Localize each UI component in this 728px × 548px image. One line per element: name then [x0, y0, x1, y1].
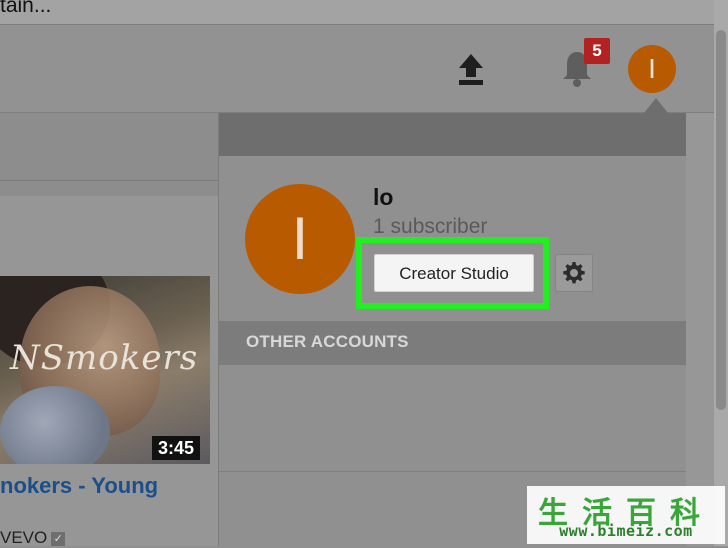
scrollbar-thumb[interactable] [716, 30, 726, 410]
dropdown-caret [644, 98, 668, 113]
dropdown-divider [219, 471, 686, 472]
watermark-url: www.bimeiz.com [559, 522, 693, 540]
header-avatar[interactable]: I [628, 45, 676, 93]
creator-studio-button[interactable]: Creator Studio [374, 254, 534, 292]
channel-name: VEVO [0, 528, 48, 547]
account-user-name: lo [373, 184, 394, 210]
settings-button[interactable] [555, 254, 593, 292]
video-title-link[interactable]: nokers - Young [0, 473, 158, 499]
gear-icon [563, 262, 585, 284]
video-channel[interactable]: VEVO ✓ [0, 528, 66, 548]
account-avatar[interactable]: I [245, 184, 355, 294]
notification-count-badge[interactable]: 5 [584, 38, 610, 64]
verified-check-icon: ✓ [51, 531, 66, 546]
video-duration: 3:45 [152, 436, 201, 460]
upload-icon[interactable] [456, 52, 486, 86]
site-header [0, 25, 728, 113]
watermark-logo: 生活百科 www.bimeiz.com [527, 486, 725, 544]
browser-top-strip: tain... [0, 0, 728, 25]
subscriber-count: 1 subscriber [373, 215, 488, 238]
other-accounts-label: OTHER ACCOUNTS [246, 332, 409, 351]
page-divider [0, 180, 218, 181]
account-dropdown: I lo 1 subscriber Creator Studio OTHER A… [218, 113, 687, 546]
thumbnail-overlay-text: NSmokers [10, 338, 199, 378]
dropdown-header-band [219, 113, 686, 156]
top-strip-text: tain... [0, 0, 52, 17]
